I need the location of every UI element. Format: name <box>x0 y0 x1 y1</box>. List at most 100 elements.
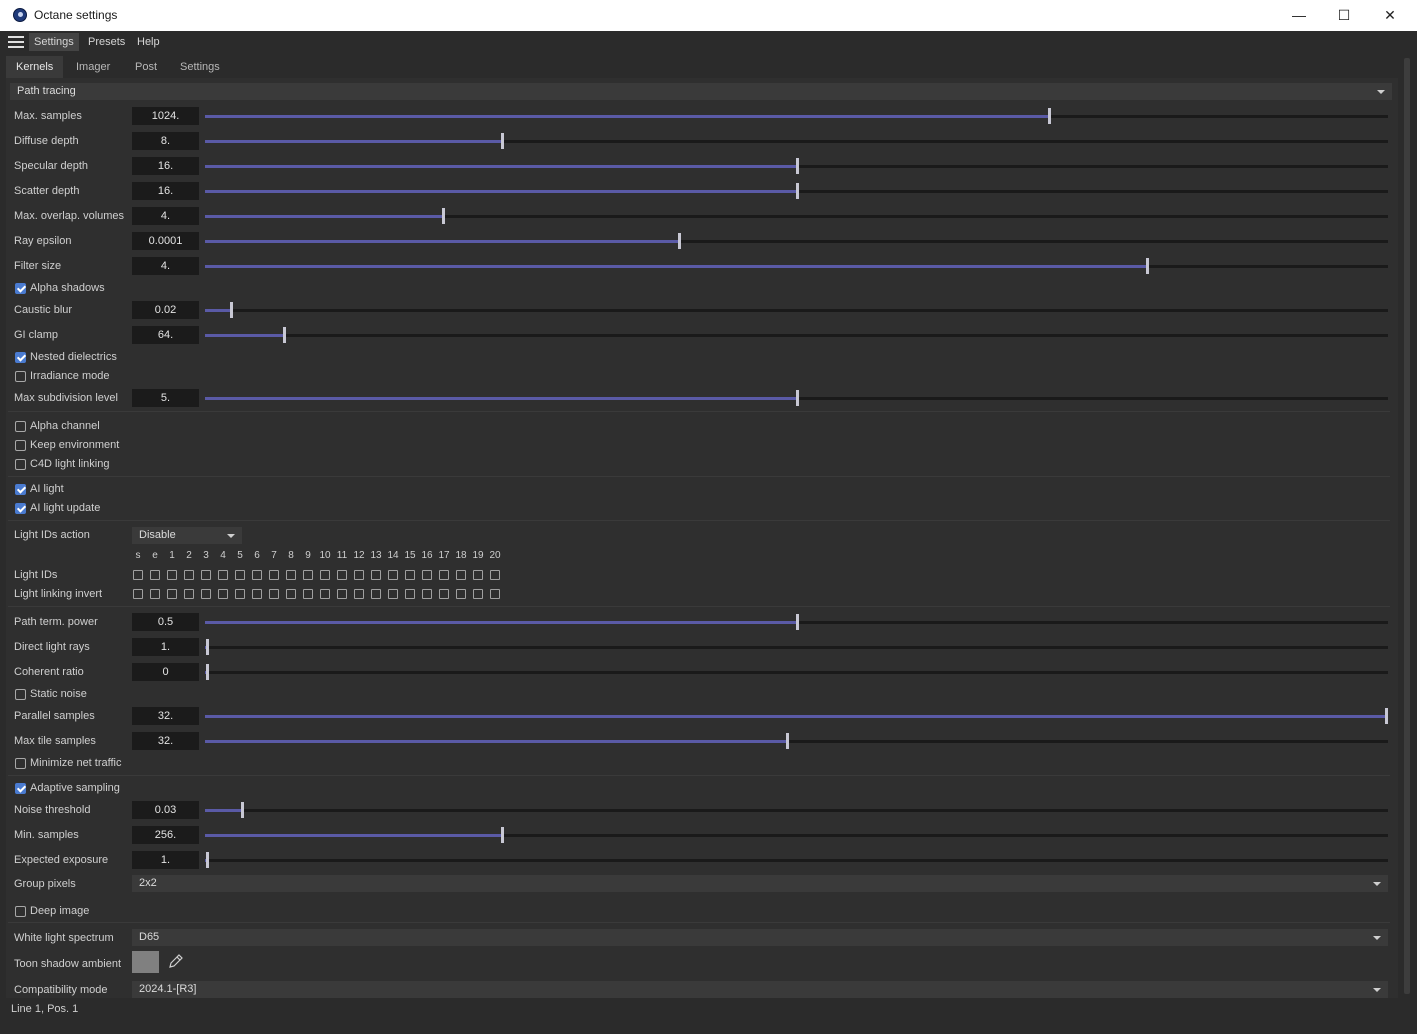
parallel-samples-value-field[interactable]: 32. <box>132 707 199 725</box>
caustic-blur-slider[interactable] <box>205 302 1388 318</box>
max-subdivision-level-value-field[interactable]: 5. <box>132 389 199 407</box>
light-invert-checkbox[interactable] <box>490 589 500 599</box>
slider-handle[interactable] <box>796 390 799 406</box>
light-id-checkbox[interactable] <box>320 570 330 580</box>
filter-size-value-field[interactable]: 4. <box>132 257 199 275</box>
light-id-checkbox[interactable] <box>388 570 398 580</box>
expected-exposure-value-field[interactable]: 1. <box>132 851 199 869</box>
slider-handle[interactable] <box>206 664 209 680</box>
light-invert-checkbox[interactable] <box>167 589 177 599</box>
adaptive-sampling-checkbox[interactable] <box>15 783 26 794</box>
light-id-checkbox[interactable] <box>337 570 347 580</box>
noise-threshold-value-field[interactable]: 0.03 <box>132 801 199 819</box>
light-id-checkbox[interactable] <box>269 570 279 580</box>
light-id-checkbox[interactable] <box>439 570 449 580</box>
light-id-checkbox[interactable] <box>490 570 500 580</box>
specular-depth-slider[interactable] <box>205 158 1388 174</box>
light-id-checkbox[interactable] <box>150 570 160 580</box>
slider-handle[interactable] <box>1146 258 1149 274</box>
minimize-button[interactable]: — <box>1276 0 1322 31</box>
maximize-button[interactable]: ☐ <box>1321 0 1367 31</box>
light-invert-checkbox[interactable] <box>388 589 398 599</box>
slider-handle[interactable] <box>796 614 799 630</box>
menu-settings[interactable]: Settings <box>29 33 79 51</box>
menu-presets[interactable]: Presets <box>83 33 130 51</box>
scrollbar-thumb[interactable] <box>1404 58 1410 994</box>
toon-shadow-color-swatch[interactable] <box>132 951 159 973</box>
close-button[interactable]: ✕ <box>1367 0 1413 31</box>
compatibility-mode-select[interactable]: 2024.1-[R3] <box>132 981 1388 998</box>
light-invert-checkbox[interactable] <box>150 589 160 599</box>
kernel-type-select[interactable]: Path tracing <box>10 83 1392 100</box>
max-tile-samples-slider[interactable] <box>205 733 1388 749</box>
light-invert-checkbox[interactable] <box>439 589 449 599</box>
slider-handle[interactable] <box>786 733 789 749</box>
light-invert-checkbox[interactable] <box>201 589 211 599</box>
deep-image-checkbox[interactable] <box>15 906 26 917</box>
light-id-checkbox[interactable] <box>184 570 194 580</box>
light-invert-checkbox[interactable] <box>456 589 466 599</box>
static-noise-checkbox[interactable] <box>15 689 26 700</box>
group-pixels-select[interactable]: 2x2 <box>132 875 1388 892</box>
max-samples-value-field[interactable]: 1024. <box>132 107 199 125</box>
light-invert-checkbox[interactable] <box>269 589 279 599</box>
light-invert-checkbox[interactable] <box>184 589 194 599</box>
min-samples-slider[interactable] <box>205 827 1388 843</box>
light-id-checkbox[interactable] <box>167 570 177 580</box>
minimize-net-traffic-checkbox[interactable] <box>15 758 26 769</box>
slider-handle[interactable] <box>283 327 286 343</box>
light-invert-checkbox[interactable] <box>218 589 228 599</box>
light-invert-checkbox[interactable] <box>252 589 262 599</box>
gi-clamp-slider[interactable] <box>205 327 1388 343</box>
light-id-checkbox[interactable] <box>201 570 211 580</box>
irradiance-mode-checkbox[interactable] <box>15 371 26 382</box>
light-id-checkbox[interactable] <box>235 570 245 580</box>
light-id-checkbox[interactable] <box>473 570 483 580</box>
min-samples-value-field[interactable]: 256. <box>132 826 199 844</box>
tab-kernels[interactable]: Kernels <box>6 56 64 78</box>
slider-handle[interactable] <box>206 639 209 655</box>
c4d-light-linking-checkbox[interactable] <box>15 459 26 470</box>
alpha-shadows-checkbox[interactable] <box>15 283 26 294</box>
max-tile-samples-value-field[interactable]: 32. <box>132 732 199 750</box>
slider-handle[interactable] <box>442 208 445 224</box>
light-invert-checkbox[interactable] <box>303 589 313 599</box>
slider-handle[interactable] <box>241 802 244 818</box>
slider-handle[interactable] <box>501 827 504 843</box>
light-invert-checkbox[interactable] <box>354 589 364 599</box>
white-light-spectrum-select[interactable]: D65 <box>132 929 1388 946</box>
light-invert-checkbox[interactable] <box>320 589 330 599</box>
gi-clamp-value-field[interactable]: 64. <box>132 326 199 344</box>
tab-post[interactable]: Post <box>125 56 167 78</box>
filter-size-slider[interactable] <box>205 258 1388 274</box>
light-id-checkbox[interactable] <box>218 570 228 580</box>
light-id-checkbox[interactable] <box>303 570 313 580</box>
coherent-ratio-value-field[interactable]: 0 <box>132 663 199 681</box>
light-id-checkbox[interactable] <box>456 570 466 580</box>
light-id-checkbox[interactable] <box>286 570 296 580</box>
slider-handle[interactable] <box>1048 108 1051 124</box>
light-invert-checkbox[interactable] <box>286 589 296 599</box>
specular-depth-value-field[interactable]: 16. <box>132 157 199 175</box>
ray-epsilon-value-field[interactable]: 0.0001 <box>132 232 199 250</box>
ai-light-update-checkbox[interactable] <box>15 503 26 514</box>
keep-environment-checkbox[interactable] <box>15 440 26 451</box>
max-subdivision-level-slider[interactable] <box>205 390 1388 406</box>
light-invert-checkbox[interactable] <box>133 589 143 599</box>
light-id-checkbox[interactable] <box>133 570 143 580</box>
hamburger-menu-icon[interactable] <box>6 33 26 51</box>
diffuse-depth-slider[interactable] <box>205 133 1388 149</box>
slider-handle[interactable] <box>1385 708 1388 724</box>
light-invert-checkbox[interactable] <box>235 589 245 599</box>
direct-light-rays-slider[interactable] <box>205 639 1388 655</box>
slider-handle[interactable] <box>678 233 681 249</box>
scatter-depth-slider[interactable] <box>205 183 1388 199</box>
light-id-checkbox[interactable] <box>252 570 262 580</box>
eyedropper-icon[interactable] <box>168 953 184 969</box>
slider-handle[interactable] <box>230 302 233 318</box>
max-samples-slider[interactable] <box>205 108 1388 124</box>
max-overlap-volumes-slider[interactable] <box>205 208 1388 224</box>
slider-handle[interactable] <box>796 183 799 199</box>
direct-light-rays-value-field[interactable]: 1. <box>132 638 199 656</box>
ai-light-checkbox[interactable] <box>15 484 26 495</box>
